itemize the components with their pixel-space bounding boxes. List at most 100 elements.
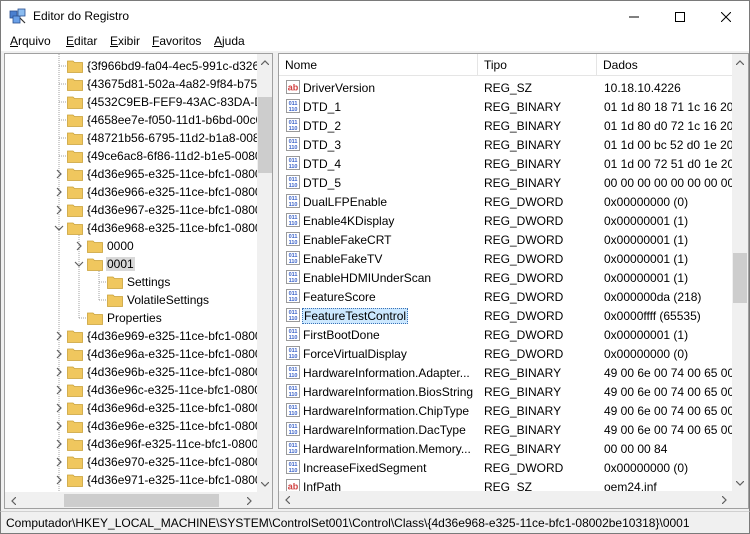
value-row[interactable]: 011 110 EnableHDMIUnderScan REG_DWORD 0x0000… — [279, 268, 732, 287]
value-row[interactable]: 011 110 DualLFPEnable REG_DWORD 0x00000000 (… — [279, 192, 732, 211]
tree-item[interactable]: {4d36e966-e325-11ce-bfc1-0800 — [5, 183, 257, 201]
tree-item[interactable]: {4d36e970-e325-11ce-bfc1-0800 — [5, 453, 257, 471]
values-list[interactable]: ab DriverVersion REG_SZ 10.18.10.4226 011 110… — [279, 77, 732, 491]
scroll-left-arrow[interactable] — [279, 492, 295, 508]
scroll-up-arrow[interactable] — [257, 54, 272, 70]
list-vertical-scrollbar[interactable] — [732, 54, 748, 491]
chevron-right-icon[interactable] — [54, 421, 64, 431]
scroll-up-arrow[interactable] — [732, 54, 748, 70]
tree-item[interactable]: VolatileSettings — [5, 291, 257, 309]
chevron-right-icon[interactable] — [54, 475, 64, 485]
tree-item[interactable]: Properties — [5, 309, 257, 327]
menu-ajuda[interactable]: Ajuda — [214, 34, 245, 48]
key-tree[interactable]: {3f966bd9-fa04-4ec5-991c-d326 {43675d81-5… — [5, 54, 257, 492]
chevron-right-icon[interactable] — [54, 331, 64, 341]
svg-text:110: 110 — [289, 126, 298, 132]
value-row[interactable]: 011 110 DTD_3 REG_BINARY 01 1d 00 bc 52 d0 1… — [279, 135, 732, 154]
svg-text:110: 110 — [289, 392, 298, 398]
tree-item[interactable]: {4d36e96b-e325-11ce-bfc1-0800 — [5, 363, 257, 381]
svg-text:110: 110 — [289, 449, 298, 455]
title-bar[interactable]: Editor do Registro — [0, 0, 750, 31]
tree-item[interactable]: Settings — [5, 273, 257, 291]
value-row[interactable]: 011 110 IncreaseFixedSegment REG_DWORD 0x000… — [279, 458, 732, 477]
scroll-right-arrow[interactable] — [241, 493, 257, 508]
maximize-button[interactable] — [657, 1, 703, 32]
tree-item[interactable]: {4d36e96e-e325-11ce-bfc1-0800 — [5, 417, 257, 435]
chevron-down-icon[interactable] — [74, 259, 84, 269]
chevron-right-icon[interactable] — [54, 367, 64, 377]
value-row[interactable]: 011 110 Enable4KDisplay REG_DWORD 0x00000001… — [279, 211, 732, 230]
minimize-button[interactable] — [611, 1, 657, 32]
value-row[interactable]: 011 110 EnableFakeCRT REG_DWORD 0x00000001 (… — [279, 230, 732, 249]
key-tree-pane[interactable]: {3f966bd9-fa04-4ec5-991c-d326 {43675d81-5… — [4, 53, 273, 509]
value-row[interactable]: 011 110 HardwareInformation.Memory... REG_B… — [279, 439, 732, 458]
value-row[interactable]: 011 110 ForceVirtualDisplay REG_DWORD 0x0000… — [279, 344, 732, 363]
value-row[interactable]: ab DriverVersion REG_SZ 10.18.10.4226 — [279, 78, 732, 97]
chevron-right-icon[interactable] — [54, 169, 64, 179]
tree-vertical-scrollbar[interactable] — [257, 54, 272, 492]
menu-exibir[interactable]: Exibir — [110, 34, 140, 48]
tree-item[interactable]: {4d36e96d-e325-11ce-bfc1-0800 — [5, 399, 257, 417]
value-row[interactable]: 011 110 EnableFakeTV REG_DWORD 0x00000001 (1… — [279, 249, 732, 268]
chevron-right-icon[interactable] — [54, 187, 64, 197]
tree-item[interactable]: {4d36e967-e325-11ce-bfc1-0800 — [5, 201, 257, 219]
tree-item[interactable]: {4658ee7e-f050-11d1-b6bd-00c0 — [5, 111, 257, 129]
tree-item-label: {4d36e96f-e325-11ce-bfc1-08002 — [87, 437, 257, 451]
scroll-left-arrow[interactable] — [5, 493, 21, 508]
tree-item-label: {43675d81-502a-4a82-9f84-b75f4 — [87, 77, 257, 91]
menu-editar[interactable]: Editar — [66, 34, 97, 48]
value-row[interactable]: 011 110 FirstBootDone REG_DWORD 0x00000001 (… — [279, 325, 732, 344]
values-list-pane[interactable]: Nome Tipo Dados ab DriverVersion REG_SZ 10.… — [278, 53, 749, 509]
tree-item[interactable]: {4d36e969-e325-11ce-bfc1-0800 — [5, 327, 257, 345]
value-row[interactable]: 011 110 FeatureTestControl REG_DWORD 0x0000f… — [279, 306, 732, 325]
tree-item[interactable]: {4d36e971-e325-11ce-bfc1-0800 — [5, 471, 257, 489]
tree-horizontal-scrollbar[interactable] — [5, 492, 257, 508]
close-button[interactable] — [703, 1, 749, 32]
chevron-right-icon[interactable] — [54, 439, 64, 449]
tree-item[interactable]: {4532C9EB-FEF9-43AC-83DA-D5 — [5, 93, 257, 111]
chevron-right-icon[interactable] — [54, 205, 64, 215]
chevron-down-icon[interactable] — [54, 223, 64, 233]
menu-arquivo[interactable]: Arquivo — [10, 34, 51, 48]
scroll-right-arrow[interactable] — [716, 492, 732, 508]
tree-horizontal-scroll-thumb[interactable] — [64, 494, 219, 507]
tree-vertical-scroll-thumb[interactable] — [258, 97, 272, 173]
value-row[interactable]: 011 110 FeatureScore REG_DWORD 0x000000da (2… — [279, 287, 732, 306]
value-row[interactable]: 011 110 HardwareInformation.DacType REG_BIN… — [279, 420, 732, 439]
chevron-right-icon[interactable] — [54, 457, 64, 467]
menu-favoritos[interactable]: Favoritos — [152, 34, 201, 48]
svg-text:110: 110 — [289, 278, 298, 284]
value-type: REG_DWORD — [484, 252, 564, 266]
value-row[interactable]: ab InfPath REG_SZ oem24.inf — [279, 477, 732, 491]
binary-value-icon: 011110 — [286, 194, 300, 208]
tree-item[interactable]: 0001 — [5, 255, 257, 273]
column-header-nome[interactable]: Nome — [279, 54, 477, 76]
list-vertical-scroll-thumb[interactable] — [733, 253, 747, 303]
value-row[interactable]: 011 110 HardwareInformation.ChipType REG_BI… — [279, 401, 732, 420]
scroll-down-arrow[interactable] — [732, 475, 748, 491]
column-header-tipo[interactable]: Tipo — [478, 54, 596, 76]
value-row[interactable]: 011 110 DTD_1 REG_BINARY 01 1d 80 18 71 1c 1… — [279, 97, 732, 116]
tree-item[interactable]: {3f966bd9-fa04-4ec5-991c-d326 — [5, 57, 257, 75]
value-row[interactable]: 011 110 DTD_5 REG_BINARY 00 00 00 00 00 00 0… — [279, 173, 732, 192]
tree-item[interactable]: {48721b56-6795-11d2-b1a8-0080 — [5, 129, 257, 147]
tree-item[interactable]: {4d36e96c-e325-11ce-bfc1-0800 — [5, 381, 257, 399]
chevron-right-icon[interactable] — [74, 241, 84, 251]
column-header-dados[interactable]: Dados — [597, 54, 732, 76]
tree-item[interactable]: 0000 — [5, 237, 257, 255]
chevron-right-icon[interactable] — [54, 349, 64, 359]
scroll-down-arrow[interactable] — [257, 476, 272, 492]
list-horizontal-scrollbar[interactable] — [279, 491, 732, 508]
chevron-right-icon[interactable] — [54, 385, 64, 395]
value-row[interactable]: 011 110 DTD_2 REG_BINARY 01 1d 80 d0 72 1c 1… — [279, 116, 732, 135]
tree-item[interactable]: {4d36e96f-e325-11ce-bfc1-08002 — [5, 435, 257, 453]
chevron-right-icon[interactable] — [54, 403, 64, 413]
tree-item[interactable]: {4d36e96a-e325-11ce-bfc1-0800 — [5, 345, 257, 363]
tree-item[interactable]: {4d36e968-e325-11ce-bfc1-0800 — [5, 219, 257, 237]
value-row[interactable]: 011 110 HardwareInformation.Adapter... REG_… — [279, 363, 732, 382]
tree-item[interactable]: {4d36e965-e325-11ce-bfc1-0800 — [5, 165, 257, 183]
tree-item[interactable]: {43675d81-502a-4a82-9f84-b75f4 — [5, 75, 257, 93]
value-row[interactable]: 011 110 HardwareInformation.BiosString REG_… — [279, 382, 732, 401]
tree-item[interactable]: {49ce6ac8-6f86-11d2-b1e5-0080 — [5, 147, 257, 165]
value-row[interactable]: 011 110 DTD_4 REG_BINARY 01 1d 00 72 51 d0 1… — [279, 154, 732, 173]
